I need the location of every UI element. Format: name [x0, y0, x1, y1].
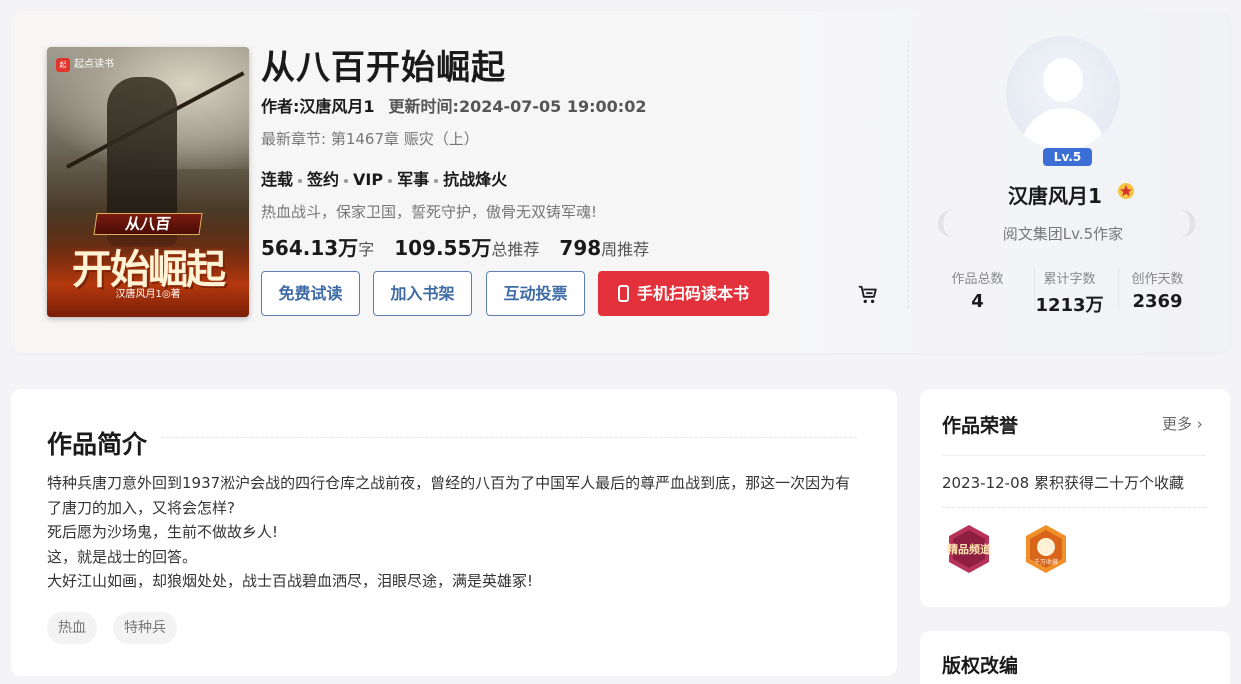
author-stat-label: 作品总数	[951, 272, 1004, 287]
book-slogan: 热血战斗，保家卫国，誓死守护，傲骨无双铸军魂!	[261, 203, 598, 221]
laurel-right-icon: ❩	[1176, 206, 1202, 241]
intro-title-divider	[161, 437, 857, 438]
word-count-unit: 字	[358, 240, 375, 259]
collection-badge-icon[interactable]: 千万收藏	[1020, 523, 1072, 575]
author-rank: 阅文集团Lv.5作家	[1002, 225, 1124, 243]
intro-paragraph: 大好江山如画，却狼烟处处，战士百战碧血洒尽，泪眼尽途，满是英雄冢!	[47, 572, 534, 590]
intro-title: 作品简介	[47, 430, 148, 459]
hero-divider	[908, 40, 909, 308]
tag-vip: VIP	[353, 170, 384, 189]
total-recommend: 109.55万	[394, 236, 492, 260]
honor-title: 作品荣誉	[942, 415, 1019, 437]
tag-dot	[298, 178, 303, 183]
author-level-badge: Lv.5	[1043, 148, 1092, 166]
author-stat-label: 创作天数	[1131, 272, 1184, 287]
honor-card: 作品荣誉 更多 › 2023-12-08 累积获得二十万个收藏 精品频道 千万收…	[920, 389, 1230, 607]
tag-dot	[344, 178, 349, 183]
cover-logo-icon: 起	[56, 58, 70, 72]
book-title: 从八百开始崛起	[261, 48, 506, 88]
honor-divider	[942, 507, 1206, 508]
intro-paragraph: 死后愿为沙场鬼，生前不做故乡人!	[47, 523, 279, 541]
author-stat-label: 累计字数	[1043, 272, 1096, 287]
scan-read-button[interactable]: 手机扫码读本书	[598, 271, 769, 316]
scan-read-label: 手机扫码读本书	[636, 284, 749, 303]
author-name[interactable]: 汉唐风月1	[932, 180, 1178, 209]
author-stat-value: 2369	[1132, 291, 1183, 312]
tag-subcategory[interactable]: 抗战烽火	[443, 170, 507, 189]
intro-tag[interactable]: 热血	[47, 612, 97, 644]
tag-status: 连载	[261, 170, 294, 189]
tag-dot	[388, 178, 393, 183]
free-read-button[interactable]: 免费试读	[261, 271, 360, 316]
avatar-head	[1043, 58, 1083, 102]
week-recommend: 798	[559, 236, 602, 260]
tag-dot	[434, 178, 439, 183]
author-link[interactable]: 作者:汉唐风月1	[261, 97, 375, 116]
badge-label: 千万收藏	[1034, 558, 1058, 566]
author-avatar[interactable]	[1006, 36, 1120, 150]
book-cover[interactable]: 起 起点读书 从八百 开始崛起 汉唐风月1◎著	[47, 47, 249, 317]
intro-tag[interactable]: 特种兵	[113, 612, 177, 644]
latest-chapter-link[interactable]: 最新章节: 第1467章 赈灾（上）	[261, 128, 479, 149]
update-time: 更新时间:2024-07-05 19:00:02	[388, 97, 647, 116]
honor-more-label: 更多	[1162, 415, 1193, 433]
avatar-body	[1021, 108, 1105, 150]
honor-divider	[942, 455, 1206, 456]
cart-icon[interactable]	[857, 284, 879, 306]
author-word-total: 累计字数 1213万	[1027, 268, 1112, 317]
author-works-count: 作品总数 4	[935, 268, 1020, 312]
medal-icon	[1118, 183, 1134, 199]
cover-logo-text: 起点读书	[74, 59, 114, 70]
honor-item: 2023-12-08 累积获得二十万个收藏	[942, 474, 1184, 492]
book-stats: 564.13万字 109.55万总推荐 798周推荐	[261, 232, 669, 261]
tag-category[interactable]: 军事	[397, 170, 429, 189]
week-recommend-unit: 周推荐	[601, 240, 650, 259]
chevron-right-icon: ›	[1192, 415, 1203, 433]
premium-channel-badge-icon[interactable]: 精品频道	[943, 523, 995, 575]
copyright-card: 版权改编	[920, 631, 1230, 684]
badge-label: 精品频道	[947, 542, 991, 556]
vote-button[interactable]: 互动投票	[486, 271, 585, 316]
honor-more-link[interactable]: 更多 ›	[1162, 413, 1203, 434]
tag-sign: 签约	[307, 170, 340, 189]
copyright-title: 版权改编	[942, 655, 1019, 677]
total-recommend-unit: 总推荐	[491, 240, 540, 259]
book-meta: 作者:汉唐风月1 更新时间:2024-07-05 19:00:02	[261, 93, 646, 117]
cover-author-line: 汉唐风月1◎著	[115, 289, 181, 300]
intro-paragraph: 这，就是战士的回答。	[47, 547, 198, 566]
author-card: Lv.5 汉唐风月1 ❨ 阅文集团Lv.5作家 ❩ 作品总数 4 累计字数 12…	[932, 36, 1216, 316]
book-tags: 连载 签约 VIP 军事 抗战烽火	[261, 166, 507, 190]
phone-icon	[617, 285, 629, 302]
author-stat-value: 1213万	[1035, 295, 1104, 316]
intro-card: 作品简介 特种兵唐刀意外回到1937淞沪会战的四行仓库之战前夜，曾经的八百为了中…	[11, 389, 897, 676]
intro-paragraph: 特种兵唐刀意外回到1937淞沪会战的四行仓库之战前夜，曾经的八百为了中国军人最后…	[47, 474, 851, 517]
intro-text: 特种兵唐刀意外回到1937淞沪会战的四行仓库之战前夜，曾经的八百为了中国军人最后…	[47, 471, 863, 594]
cover-sub-banner: 从八百	[93, 213, 203, 235]
word-count: 564.13万	[261, 236, 359, 260]
author-stat-value: 4	[971, 291, 984, 312]
add-shelf-button[interactable]: 加入书架	[373, 271, 472, 316]
author-days: 创作天数 2369	[1115, 268, 1200, 312]
